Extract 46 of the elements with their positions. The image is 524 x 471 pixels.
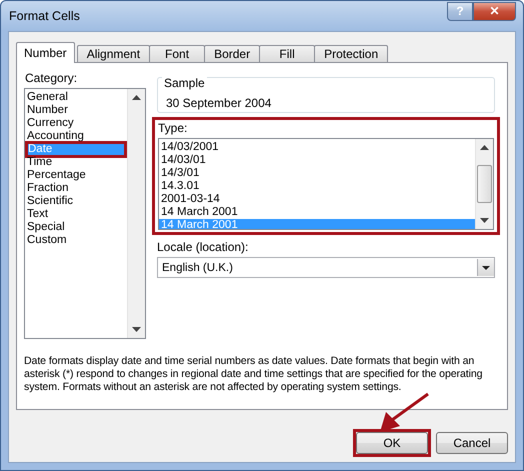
type-item[interactable]: 2001-03-14: [159, 193, 475, 206]
type-item[interactable]: 14.3.01: [159, 180, 475, 193]
type-label: Type:: [158, 121, 188, 135]
category-list[interactable]: General Number Currency Accounting Date Time Percentage Fraction Scientific Text Special Custom: [24, 88, 146, 339]
scroll-down-icon[interactable]: [480, 218, 489, 223]
category-item[interactable]: Number: [25, 104, 127, 117]
close-button[interactable]: ✕: [473, 2, 516, 20]
category-item[interactable]: Fraction: [25, 182, 127, 195]
type-item[interactable]: 14/03/01: [159, 154, 475, 167]
category-item[interactable]: Accounting: [25, 130, 127, 143]
locale-label: Locale (location):: [157, 240, 250, 254]
category-label: Category:: [25, 71, 78, 85]
caret-icon: [482, 266, 490, 270]
scrollbar[interactable]: [127, 89, 145, 338]
ok-button[interactable]: OK: [356, 432, 428, 454]
scroll-up-icon[interactable]: [480, 145, 489, 150]
sample-value: 30 September 2004: [166, 96, 272, 110]
sample-label: Sample: [162, 76, 207, 90]
tab[interactable]: Border: [204, 45, 260, 63]
type-list[interactable]: 14/03/2001 14/03/01 14/3/01 14.3.01 2001-03-14 14 March 2001 14 March 2001: [158, 138, 494, 230]
tab[interactable]: Protection: [314, 45, 388, 63]
category-item[interactable]: Scientific: [25, 195, 127, 208]
tab[interactable]: Font: [149, 45, 206, 63]
scroll-down-icon[interactable]: [132, 327, 141, 332]
locale-dropdown[interactable]: English (U.K.): [157, 257, 495, 278]
category-item[interactable]: Special: [25, 221, 127, 234]
dropdown-button[interactable]: [477, 259, 494, 276]
scroll-thumb[interactable]: [477, 165, 492, 203]
category-item[interactable]: Currency: [25, 117, 127, 130]
tab[interactable]: Number: [16, 42, 75, 63]
category-item[interactable]: Text: [25, 208, 127, 221]
cancel-button[interactable]: Cancel: [436, 432, 508, 454]
window-title: Format Cells: [8, 9, 81, 23]
type-item[interactable]: 14/3/01: [159, 167, 475, 180]
scroll-up-icon[interactable]: [132, 95, 141, 100]
category-item[interactable]: General: [25, 91, 127, 104]
category-item[interactable]: Custom: [25, 234, 127, 247]
tab[interactable]: Fill: [259, 45, 316, 63]
description-text: Date formats display date and time serial numbers as date values. Date formats that begin with an asterisk (*) respond to changes in regional date and time settings that are specified for the operating system. Formats without an asterisk are not affected by operating system settings.: [24, 355, 484, 394]
scrollbar[interactable]: [475, 139, 493, 229]
type-item[interactable]: 14/03/2001: [159, 141, 475, 154]
category-item[interactable]: Percentage: [25, 169, 127, 182]
locale-value: English (U.K.): [162, 262, 233, 274]
type-item[interactable]: 14 March 2001: [159, 206, 475, 219]
category-item[interactable]: Time: [25, 156, 127, 169]
tab[interactable]: Alignment: [76, 45, 150, 63]
